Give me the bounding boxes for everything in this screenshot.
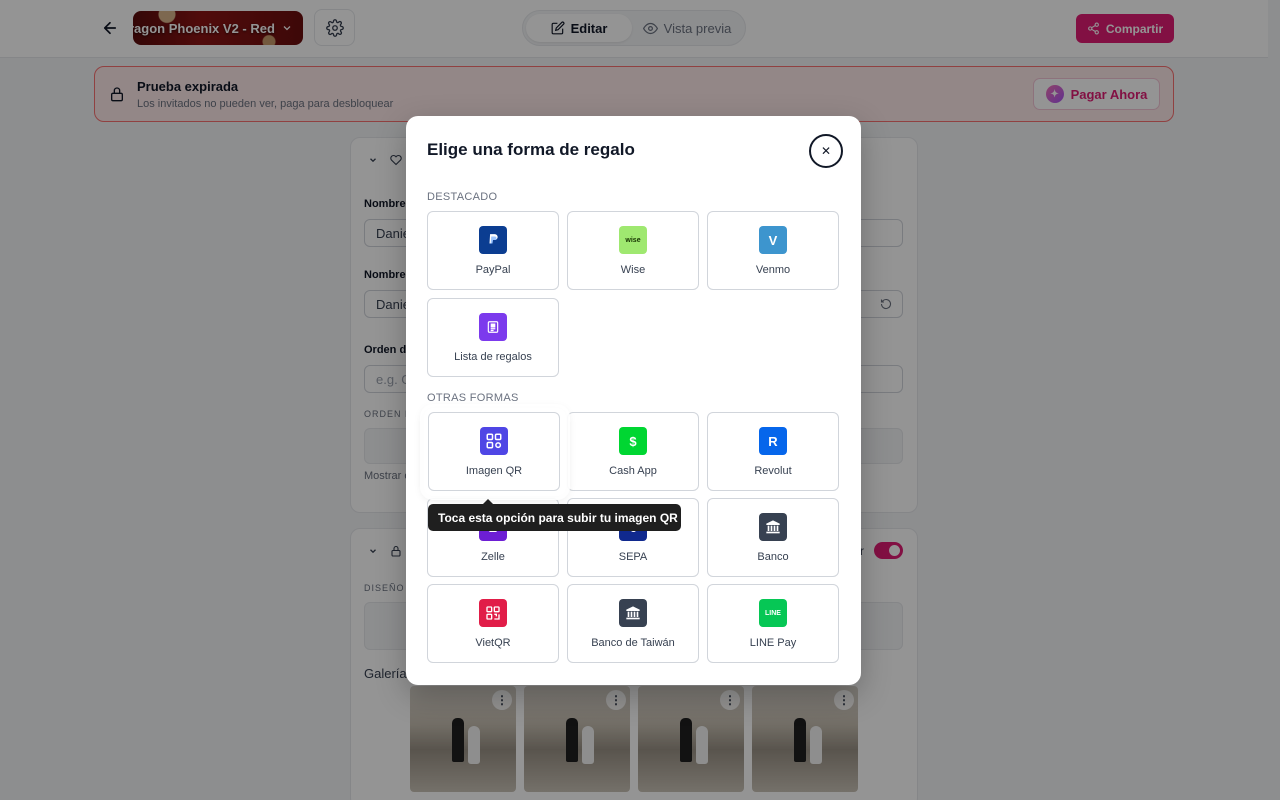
option-line-pay[interactable]: LINE LINE Pay xyxy=(707,584,839,663)
option-wise[interactable]: wise Wise xyxy=(567,211,699,290)
option-label: Zelle xyxy=(481,551,505,563)
option-label: LINE Pay xyxy=(749,637,797,649)
option-vietqr[interactable]: VietQR xyxy=(427,584,559,663)
option-label: Lista de regalos xyxy=(454,351,532,363)
close-button[interactable]: ✕ xyxy=(809,134,843,168)
tooltip-text: Toca esta opción para subir tu imagen QR xyxy=(438,510,678,525)
line-pay-icon: LINE xyxy=(759,599,787,627)
cash-app-icon: $ xyxy=(619,427,647,455)
option-qr-image[interactable]: Imagen QR xyxy=(428,412,560,491)
qr-tooltip: Toca esta opción para subir tu imagen QR xyxy=(428,499,681,531)
option-label: Cash App xyxy=(609,465,657,477)
option-label: Banco xyxy=(757,551,789,563)
featured-section-label: DESTACADO xyxy=(427,191,498,203)
option-label: SEPA xyxy=(618,551,648,563)
option-cash-app[interactable]: $ Cash App xyxy=(567,412,699,491)
close-icon: ✕ xyxy=(820,144,832,158)
gift-list-icon xyxy=(479,313,507,341)
option-label: Wise xyxy=(620,264,646,276)
option-bank[interactable]: Banco xyxy=(707,498,839,577)
bank-taiwan-icon xyxy=(619,599,647,627)
venmo-icon: V xyxy=(759,226,787,254)
qr-code-icon xyxy=(480,427,508,455)
option-gift-list[interactable]: Lista de regalos xyxy=(427,298,559,377)
option-paypal[interactable]: PayPal xyxy=(427,211,559,290)
option-label: Revolut xyxy=(754,465,792,477)
option-label: Venmo xyxy=(755,264,791,276)
modal-title: Elige una forma de regalo xyxy=(427,140,635,159)
option-label: VietQR xyxy=(475,637,511,649)
option-venmo[interactable]: V Venmo xyxy=(707,211,839,290)
option-bank-taiwan[interactable]: Banco de Taiwán xyxy=(567,584,699,663)
option-label: PayPal xyxy=(475,264,511,276)
others-section-label: OTRAS FORMAS xyxy=(427,392,519,404)
gift-method-modal: Elige una forma de regalo ✕ DESTACADO Pa… xyxy=(406,116,861,685)
vietqr-icon xyxy=(479,599,507,627)
option-revolut[interactable]: R Revolut xyxy=(707,412,839,491)
option-label: Banco de Taiwán xyxy=(591,637,675,649)
bank-icon xyxy=(759,513,787,541)
wise-icon: wise xyxy=(619,226,647,254)
paypal-icon xyxy=(479,226,507,254)
option-label: Imagen QR xyxy=(465,465,523,477)
revolut-icon: R xyxy=(759,427,787,455)
